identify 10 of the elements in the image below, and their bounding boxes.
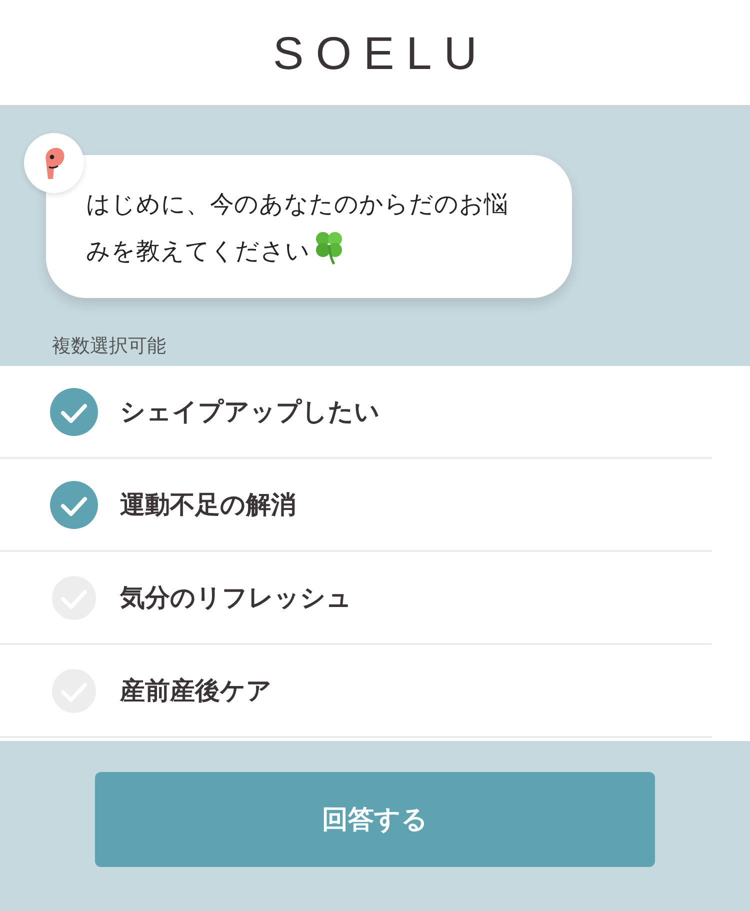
option-label: 気分のリフレッシュ [120,582,352,614]
option-label: 運動不足の解消 [120,489,296,521]
checkbox[interactable] [50,480,98,528]
option-label: シェイプアップしたい [120,396,380,428]
checkbox[interactable] [50,388,98,436]
submit-button[interactable]: 回答する [95,772,655,867]
logo: SOELU [272,26,489,80]
message-text: はじめに、今のあなたのからだのお悩みを教えてください [86,189,509,267]
option-label: 産前産後ケア [120,675,272,707]
hint-text: 複数選択可能 [52,334,167,358]
